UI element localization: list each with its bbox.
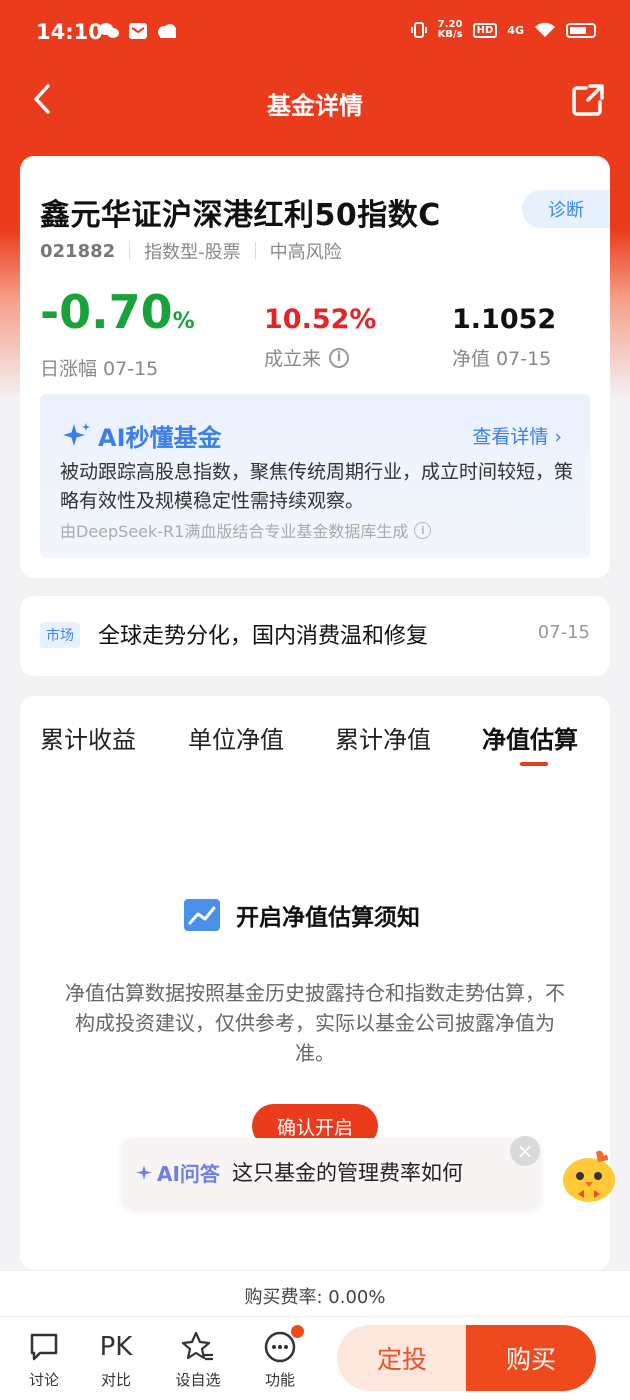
news-tag: 市场 (40, 622, 80, 648)
fund-type: 指数型-股票 (144, 242, 241, 263)
system-icons: 7.20 KB/s HD 4G (410, 20, 596, 40)
notification-dot (291, 1325, 304, 1338)
sparkle-icon (136, 1164, 152, 1180)
status-time: 14:10 (36, 20, 103, 44)
cloud-icon (158, 24, 176, 38)
divider (254, 242, 256, 260)
tab-cumulative-nav[interactable]: 累计净值 (335, 720, 431, 755)
fund-risk: 中高风险 (269, 242, 342, 263)
view-details-link[interactable]: 查看详情 › (472, 422, 562, 449)
fund-summary-card: 鑫元华证沪深港红利50指数C 诊断 021882 指数型-股票 中高风险 -0.… (20, 156, 610, 578)
sparkle-icon (63, 422, 90, 446)
chevron-right-icon: › (554, 426, 562, 448)
active-tab-indicator (520, 762, 548, 766)
daily-change-value: -0.70% (40, 285, 195, 339)
discuss-button[interactable]: 讨论 (14, 1327, 74, 1390)
network-type: 4G (507, 23, 524, 37)
ai-summary-box[interactable]: AI秒懂基金 查看详情 › 被动跟踪高股息指数，聚焦传统周期行业，成立时间较短，… (40, 394, 590, 558)
info-icon[interactable]: i (329, 347, 350, 368)
functions-button[interactable]: 功能 (250, 1325, 310, 1390)
nav-bar: 基金详情 (0, 66, 630, 136)
mail-icon (129, 23, 147, 39)
notification-icons (98, 22, 178, 40)
ai-source-note: 由DeepSeek-R1满血版结合专业基金数据库生成 i (60, 518, 432, 542)
close-icon[interactable]: × (510, 1136, 540, 1166)
ai-qa-badge: AI问答 (136, 1158, 220, 1187)
nav-stat: 1.1052 净值 07-15 (452, 302, 556, 371)
estimate-title: 开启净值估算须知 (184, 898, 420, 932)
diagnose-button[interactable]: 诊断 (522, 190, 610, 228)
pk-icon: PK (99, 1332, 133, 1362)
buy-button[interactable]: 购买 (466, 1325, 596, 1391)
nav-label: 净值 07-15 (452, 348, 552, 370)
divider (129, 242, 131, 260)
trend-chart-icon (184, 899, 220, 931)
news-headline: 全球走势分化，国内消费温和修复 (98, 624, 429, 649)
tab-unit-nav[interactable]: 单位净值 (188, 720, 284, 755)
nav-value: 1.1052 (452, 304, 557, 335)
tab-cumulative-return[interactable]: 累计收益 (40, 720, 136, 755)
ai-summary-text: 被动跟踪高股息指数，聚焦传统周期行业，成立时间较短，策略有效性及规模稳定性需持续… (60, 461, 574, 512)
bottom-action-bar: 讨论 PK 对比 设自选 功能 定投 购买 (0, 1316, 630, 1400)
fund-code: 021882 (40, 240, 116, 262)
wifi-icon (535, 22, 555, 37)
add-watchlist-button[interactable]: 设自选 (168, 1327, 228, 1390)
ai-summary-title: AI秒懂基金 (62, 418, 222, 453)
battery-icon (566, 22, 596, 38)
fund-meta: 021882 指数型-股票 中高风险 (40, 238, 342, 264)
ai-suggested-question: 这只基金的管理费率如何 (232, 1161, 463, 1185)
vibrate-icon (410, 22, 427, 38)
star-list-icon (181, 1331, 213, 1361)
fund-name: 鑫元华证沪深港红利50指数C (40, 198, 441, 233)
network-speed: 7.20 KB/s (437, 19, 463, 40)
compare-button[interactable]: PK 对比 (86, 1327, 146, 1390)
hd-badge: HD (472, 22, 498, 38)
ai-question-bubble[interactable]: AI问答 这只基金的管理费率如何 (122, 1138, 540, 1208)
estimate-description: 净值估算数据按照基金历史披露持仓和指数走势估算，不构成投资建议，仅供参考，实际以… (65, 981, 565, 1065)
wechat-icon (99, 23, 119, 38)
tab-nav-estimate[interactable]: 净值估算 (482, 720, 578, 755)
chart-tabs: 累计收益 单位净值 累计净值 净值估算 (20, 720, 610, 780)
info-icon[interactable]: i (414, 521, 432, 539)
since-inception-stat[interactable]: 10.52% 成立来 i (264, 302, 376, 371)
since-inception-value: 10.52% (264, 304, 377, 335)
mascot-chick-icon[interactable] (556, 1146, 622, 1204)
market-news-card[interactable]: 市场 全球走势分化，国内消费温和修复 07-15 (20, 596, 610, 676)
status-bar: 14:10 7.20 KB/s HD 4G (0, 0, 630, 66)
since-inception-label: 成立来 (264, 348, 322, 370)
purchase-fee-text: 购买费率: 0.00% (244, 1287, 386, 1308)
daily-change-label: 日涨幅 07-15 (40, 358, 159, 380)
news-date: 07-15 (537, 622, 590, 643)
chat-icon (30, 1333, 58, 1361)
page-title: 基金详情 (267, 92, 363, 120)
share-icon[interactable] (570, 82, 606, 118)
auto-invest-button[interactable]: 定投 (337, 1325, 467, 1391)
purchase-fee-bar: 购买费率: 0.00% (0, 1270, 630, 1316)
daily-change-stat: -0.70% 日涨幅 07-15 (40, 284, 195, 381)
